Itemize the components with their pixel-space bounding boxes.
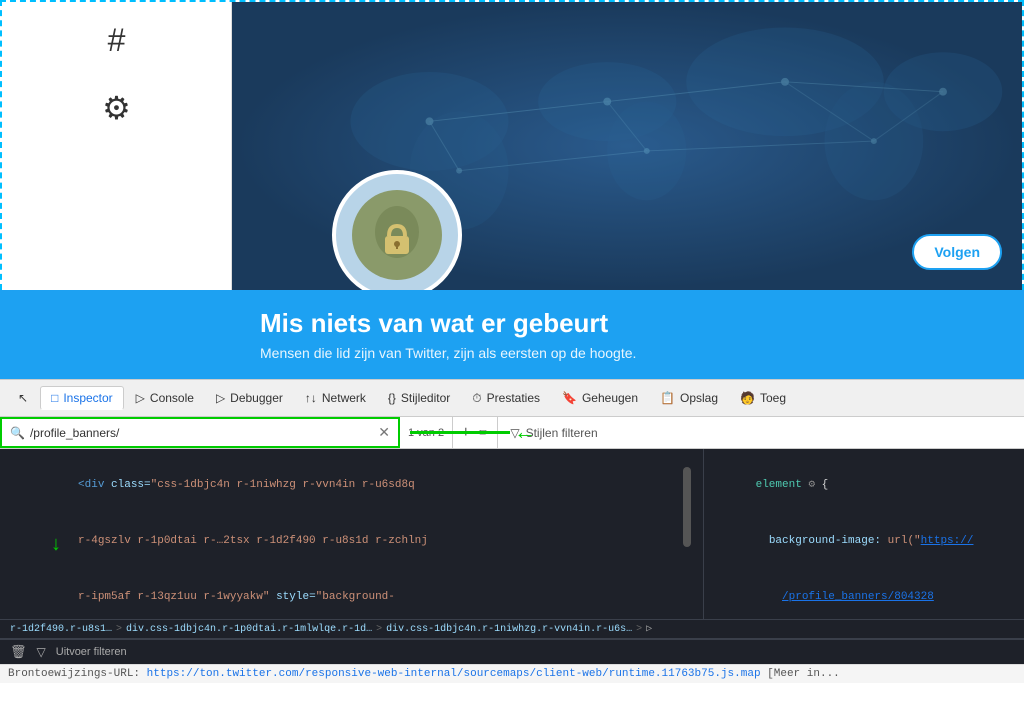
- tab-opslag[interactable]: 📋 Opslag: [650, 387, 728, 409]
- css-line-1: element ⚙ {: [716, 457, 1012, 513]
- promo-subtitle: Mensen die lid zijn van Twitter, zijn al…: [260, 345, 994, 361]
- styles-filter-label: Stijlen filteren: [526, 426, 598, 440]
- debugger-label: Debugger: [230, 391, 283, 405]
- status-more[interactable]: [Meer in...: [767, 668, 840, 680]
- search-input-wrap: 🔍 ✕: [0, 417, 400, 448]
- search-input[interactable]: [30, 426, 373, 440]
- hash-icon[interactable]: #: [108, 22, 126, 59]
- breadcrumb-item-2[interactable]: div.css-1dbjc4n.r-1p0dtai.r-1mlwlqe.r-1d…: [126, 624, 372, 635]
- stijleditor-label: Stijleditor: [401, 391, 450, 405]
- breadcrumb-bar: r-1d2f490.r-u8s1… > div.css-1dbjc4n.r-1p…: [0, 619, 1024, 639]
- tab-console[interactable]: ▷ Console: [126, 387, 204, 409]
- prestaties-label: Prestaties: [487, 391, 540, 405]
- toegankelijkheid-icon: 🧑: [740, 391, 755, 405]
- avatar-icon: [367, 200, 427, 270]
- promo-banner: Mis niets van wat er gebeurt Mensen die …: [0, 290, 1024, 379]
- html-panel: <div class="css-1dbjc4n r-1niwhzg r-vvn4…: [0, 449, 704, 619]
- main-banner: Volgen: [232, 2, 1022, 290]
- bottom-toolbar: 🗑 ▽ Uitvoer filteren: [0, 639, 1024, 664]
- sidebar: # ⚙: [2, 2, 232, 290]
- tab-toegankelijkheid[interactable]: 🧑 Toeg: [730, 387, 796, 409]
- gear-icon[interactable]: ⚙: [102, 89, 131, 127]
- breadcrumb-sep-2: >: [376, 624, 382, 635]
- debugger-icon: ▷: [216, 391, 225, 405]
- status-bar: Brontoewijzings-URL: https://ton.twitter…: [0, 664, 1024, 683]
- tab-inspector[interactable]: □ Inspector: [40, 386, 124, 410]
- tab-geheugen[interactable]: 🔖 Geheugen: [552, 387, 648, 409]
- search-icon: 🔍: [10, 426, 25, 440]
- css-line-2: background-image: url("https://: [716, 513, 1012, 569]
- breadcrumb-item-3[interactable]: div.css-1dbjc4n.r-1niwhzg.r-vvn4in.r-u6s…: [386, 624, 632, 635]
- styles-filter: ▽ Stijlen filteren: [498, 417, 1024, 448]
- search-row: 🔍 ✕ ← 1 van 2 + ✏ ▽ Stijlen filteren: [0, 417, 1024, 449]
- top-area: # ⚙: [0, 0, 1024, 290]
- promo-title: Mis niets van wat er gebeurt: [260, 308, 994, 339]
- breadcrumb-chevron-right: ▷: [646, 623, 652, 635]
- filter-label: Uitvoer filteren: [56, 646, 127, 658]
- console-label: Console: [150, 391, 194, 405]
- breadcrumb-sep-3: >: [636, 624, 642, 635]
- tab-debugger[interactable]: ▷ Debugger: [206, 387, 293, 409]
- console-icon: ▷: [136, 391, 145, 405]
- toegankelijkheid-label: Toeg: [760, 391, 786, 405]
- profile-avatar: [332, 170, 462, 290]
- trash-icon[interactable]: 🗑: [10, 644, 27, 660]
- geheugen-label: Geheugen: [582, 391, 638, 405]
- html-line-2: r-4gszlv r-1p0dtai r-…2tsx r-1d2f490 r-u…: [12, 513, 683, 569]
- html-content: <div class="css-1dbjc4n r-1niwhzg r-vvn4…: [12, 457, 683, 611]
- inspector-label: Inspector: [63, 391, 112, 405]
- status-url[interactable]: https://ton.twitter.com/responsive-web-i…: [147, 668, 761, 680]
- cursor-icon: ↖: [18, 391, 28, 405]
- opslag-icon: 📋: [660, 391, 675, 405]
- netwerk-icon: ↑↓: [305, 391, 317, 405]
- geheugen-icon: 🔖: [562, 391, 577, 405]
- opslag-label: Opslag: [680, 391, 718, 405]
- breadcrumb-sep-1: >: [116, 624, 122, 635]
- tab-select-mode[interactable]: ↖: [8, 387, 38, 409]
- status-label: Brontoewijzings-URL:: [8, 668, 140, 680]
- clear-search-button[interactable]: ✕: [378, 424, 390, 441]
- tab-netwerk[interactable]: ↑↓ Netwerk: [295, 387, 376, 409]
- filter-icon: ▽: [37, 645, 46, 659]
- prestaties-icon: ⏱: [472, 391, 481, 406]
- breadcrumb-item-1[interactable]: r-1d2f490.r-u8s1…: [10, 624, 112, 635]
- html-line-3: r-ipm5af r-13qz1uu r-1wyyakw" style="bac…: [12, 569, 683, 611]
- stijleditor-icon: {}: [388, 391, 396, 405]
- annotation-arrow-left: ←: [410, 421, 536, 443]
- devtools-tabs: ↖ □ Inspector ▷ Console ▷ Debugger ↑↓ Ne…: [0, 379, 1024, 417]
- follow-button[interactable]: Volgen: [912, 234, 1002, 270]
- code-panel: <div class="css-1dbjc4n r-1niwhzg r-vvn4…: [0, 449, 1024, 619]
- annotation-arrow-down: ↓: [50, 534, 62, 557]
- tab-prestaties[interactable]: ⏱ Prestaties: [462, 387, 550, 410]
- css-panel: element ⚙ { background-image: url("https…: [704, 449, 1024, 619]
- css-line-3: /profile_banners/804328: [716, 569, 1012, 619]
- netwerk-label: Netwerk: [322, 391, 366, 405]
- html-scrollbar[interactable]: [683, 467, 691, 547]
- inspector-icon: □: [51, 391, 58, 405]
- html-line-1: <div class="css-1dbjc4n r-1niwhzg r-vvn4…: [12, 457, 683, 513]
- tab-stijleditor[interactable]: {} Stijleditor: [378, 387, 460, 409]
